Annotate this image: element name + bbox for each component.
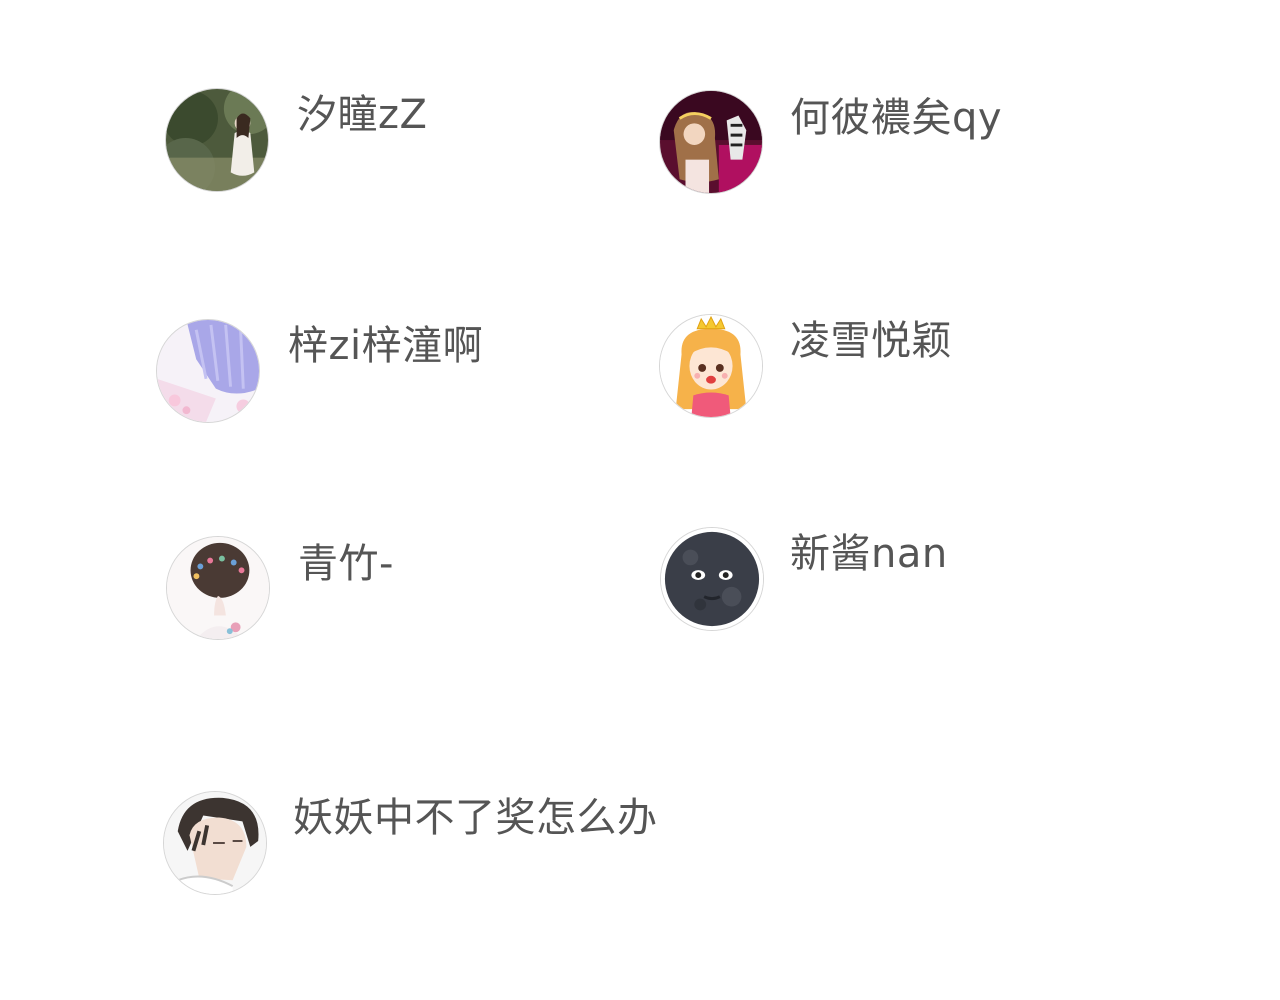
avatar-image-icon: [661, 528, 763, 630]
avatar[interactable]: [659, 314, 763, 418]
avatar-image-icon: [164, 792, 266, 894]
avatar[interactable]: [165, 88, 269, 192]
username[interactable]: 妖妖中不了奖怎么办: [293, 794, 658, 842]
avatar-image-icon: [167, 537, 269, 639]
avatar-image-icon: [157, 320, 259, 422]
avatar[interactable]: [156, 319, 260, 423]
username[interactable]: 梓zi梓潼啊: [288, 322, 483, 370]
avatar[interactable]: [660, 527, 764, 631]
avatar[interactable]: [659, 90, 763, 194]
username[interactable]: 新酱nan: [790, 530, 948, 578]
username[interactable]: 汐瞳zZ: [297, 91, 427, 139]
avatar-image-icon: [166, 89, 268, 191]
username[interactable]: 何彼襛矣qy: [790, 94, 1002, 142]
avatar[interactable]: [163, 791, 267, 895]
username[interactable]: 青竹-: [298, 540, 394, 588]
avatar-image-icon: [660, 315, 762, 417]
username[interactable]: 凌雪悦颖: [790, 317, 952, 365]
avatar-image-icon: [660, 91, 762, 193]
avatar[interactable]: [166, 536, 270, 640]
